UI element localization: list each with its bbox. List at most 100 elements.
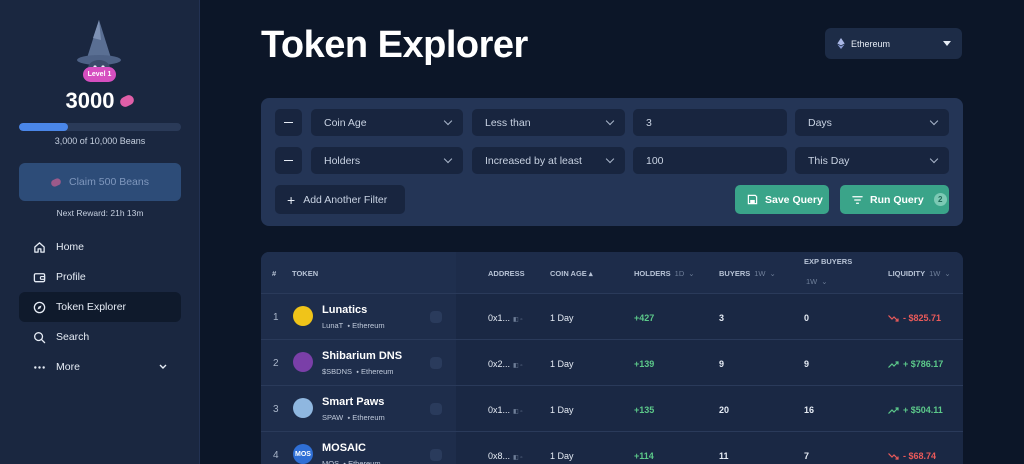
chevron-down-icon (605, 154, 615, 164)
chain-select[interactable]: Ethereum (825, 28, 962, 59)
chevron-down-icon (929, 116, 939, 126)
filter-field-select[interactable]: Holders (311, 147, 463, 174)
table-row[interactable]: 3 Smart Paws SPAW ⬩ Ethereum 0x1... ◧ ▫ 1 Day… (261, 385, 963, 431)
chevron-down-icon: ⌄ (688, 269, 695, 278)
claim-beans-button[interactable]: Claim 500 Beans (19, 163, 181, 201)
remove-filter-button[interactable] (275, 147, 302, 174)
col-holders[interactable]: HOLDERS 1D ⌄ (634, 269, 695, 278)
copy-icon[interactable]: ◧ ▫ (513, 363, 522, 369)
save-query-button[interactable]: Save Query (735, 185, 829, 214)
token-address[interactable]: 0x2... ◧ ▫ (488, 359, 522, 369)
col-exp-buyers[interactable]: EXP BUYERS (804, 257, 852, 266)
bean-icon (50, 176, 63, 188)
col-exp-buyers-period[interactable]: 1W ⌄ (806, 277, 828, 286)
sidebar-item-label: Search (56, 331, 90, 343)
ethereum-icon (837, 38, 845, 49)
buyers-value: 9 (719, 359, 725, 369)
filter-field-value: Holders (324, 154, 361, 167)
chevron-down-icon: ⌄ (944, 269, 951, 278)
table-row[interactable]: 1 Lunatics LunaT ⬩ Ethereum 0x1... ◧ ▫ 1 Day +… (261, 293, 963, 339)
coin-age-value: 1 Day (550, 405, 574, 415)
liquidity-amount: - $68.74 (903, 451, 937, 461)
col-coin-age-label: COIN AGE (550, 269, 587, 278)
col-coin-age[interactable]: COIN AGE ▴ (550, 269, 593, 278)
table-row[interactable]: 2 Shibarium DNS $SBDNS ⬩ Ethereum 0x2... ◧ ▫… (261, 339, 963, 385)
filter-operator-select[interactable]: Increased by at least (472, 147, 625, 174)
next-reward-label: Next Reward: (56, 208, 109, 218)
shield-icon[interactable] (430, 357, 442, 369)
sidebar-item-label: Token Explorer (56, 301, 127, 313)
ethereum-icon: ⬩ (347, 413, 351, 422)
sidebar-item-label: Profile (56, 271, 86, 283)
trend-down-icon (888, 315, 899, 322)
filter-field-select[interactable]: Coin Age (311, 109, 463, 136)
row-rank: 4 (273, 450, 279, 461)
copy-icon[interactable]: ◧ ▫ (513, 317, 522, 323)
col-holders-period: 1D (674, 269, 685, 278)
trend-up-icon (888, 407, 899, 415)
token-address[interactable]: 0x1... ◧ ▫ (488, 313, 522, 323)
chevron-down-icon (443, 116, 453, 126)
beans-progress-text: 3,000 of 10,000 Beans (54, 136, 146, 146)
token-name[interactable]: MOSAIC (322, 442, 366, 454)
beans-count: 3000 (65, 88, 115, 113)
liquidity-value: + $786.17 (888, 359, 943, 369)
token-meta: SPAW ⬩ Ethereum (322, 413, 385, 423)
liquidity-value: + $504.11 (888, 405, 943, 415)
token-address[interactable]: 0x1... ◧ ▫ (488, 405, 522, 415)
sidebar-item-label: More (56, 361, 80, 373)
filter-value: 3 (646, 116, 652, 129)
filter-operator-select[interactable]: Less than (472, 109, 625, 136)
claim-beans-label: Claim 500 Beans (69, 176, 149, 188)
sidebar-item-home[interactable]: Home (19, 232, 181, 262)
col-buyers-period: 1W (754, 269, 766, 278)
run-query-button[interactable]: Run Query 2 (840, 185, 949, 214)
shield-icon[interactable] (430, 311, 442, 323)
filter-operator-value: Increased by at least (485, 154, 582, 167)
add-filter-button[interactable]: + Add Another Filter (275, 185, 405, 214)
sidebar-item-search[interactable]: Search (19, 322, 181, 352)
sidebar-item-token-explorer[interactable]: Token Explorer (19, 292, 181, 322)
liquidity-amount: + $786.17 (903, 359, 944, 369)
caret-down-icon (943, 41, 951, 46)
token-address[interactable]: 0x8... ◧ ▫ (488, 451, 522, 461)
token-address-value: 0x2... (488, 359, 511, 369)
run-query-label: Run Query (870, 193, 924, 206)
token-name[interactable]: Smart Paws (322, 396, 384, 408)
token-ticker: MOS (322, 459, 340, 464)
remove-filter-button[interactable] (275, 109, 302, 136)
token-name[interactable]: Lunatics (322, 304, 367, 316)
filter-unit-select[interactable]: This Day (795, 147, 949, 174)
token-ticker: SPAW (322, 413, 344, 422)
copy-icon[interactable]: ◧ ▫ (513, 409, 522, 415)
compass-icon (32, 300, 46, 314)
sidebar-item-more[interactable]: More (19, 352, 181, 382)
search-icon (32, 330, 46, 344)
liquidity-value: - $68.74 (888, 451, 936, 461)
filter-panel: Coin Age Less than 3 Days Holders Increa… (261, 98, 963, 226)
sidebar-item-profile[interactable]: Profile (19, 262, 181, 292)
filter-unit-select[interactable]: Days (795, 109, 949, 136)
sidebar-item-label: Home (56, 241, 85, 253)
table-row[interactable]: 4 MOS MOSAIC MOS ⬩ Ethereum 0x8... ◧ ▫ 1 Day +1… (261, 431, 963, 464)
token-logo-icon (293, 352, 313, 372)
token-address-value: 0x1... (488, 313, 511, 323)
save-icon (747, 194, 758, 205)
chevron-down-icon: ⌄ (769, 269, 776, 278)
filter-unit-value: This Day (808, 154, 850, 167)
shield-icon[interactable] (430, 449, 442, 461)
token-name[interactable]: Shibarium DNS (322, 350, 402, 362)
chevron-down-icon: ⌄ (821, 277, 828, 286)
sidebar-nav: Home Profile Token Explorer Search More (19, 232, 181, 382)
row-rank: 3 (273, 404, 279, 415)
shield-icon[interactable] (430, 403, 442, 415)
copy-icon[interactable]: ◧ ▫ (513, 455, 522, 461)
col-liquidity[interactable]: LIQUIDITY 1W ⌄ (888, 269, 951, 278)
coin-age-value: 1 Day (550, 359, 574, 369)
sort-caret-icon: ▴ (588, 269, 593, 278)
filter-value-input[interactable]: 100 (633, 147, 787, 174)
col-buyers[interactable]: BUYERS 1W ⌄ (719, 269, 776, 278)
token-logo-icon (293, 306, 313, 326)
filter-value-input[interactable]: 3 (633, 109, 787, 136)
col-exp-buyers-period-value: 1W (806, 277, 818, 286)
